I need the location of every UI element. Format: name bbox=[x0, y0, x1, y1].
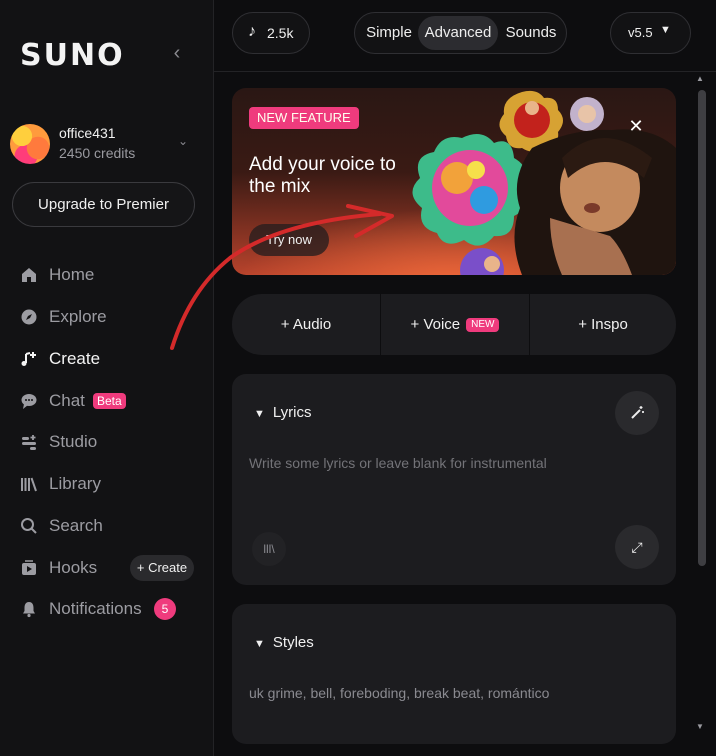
styles-card: ▼ Styles uk grime, bell, foreboding, brea… bbox=[232, 604, 676, 744]
nav-item-library[interactable]: Library bbox=[20, 470, 200, 498]
music-plus-icon bbox=[21, 352, 36, 366]
add-actions-bar: + Audio + Voice NEW + Inspo bbox=[232, 294, 676, 355]
feature-banner[interactable]: NEW FEATURE Add your voice to the mix Tr… bbox=[232, 88, 676, 275]
scrollbar[interactable]: ▲ ▼ bbox=[696, 72, 708, 756]
magic-wand-icon[interactable] bbox=[615, 391, 659, 435]
lyrics-card: ▼ Lyrics Write some lyrics or leave blank… bbox=[232, 374, 676, 585]
nav-label: Explore bbox=[49, 307, 107, 326]
hooks-create-button[interactable]: + Create bbox=[130, 555, 194, 581]
nav-label: Library bbox=[49, 474, 101, 493]
beta-badge: Beta bbox=[93, 393, 126, 409]
nav-item-search[interactable]: Search bbox=[20, 512, 200, 540]
nav-label: Studio bbox=[49, 432, 98, 451]
bell-icon bbox=[23, 602, 35, 618]
search-icon bbox=[21, 518, 37, 534]
home-icon bbox=[22, 268, 36, 282]
plays-count-pill[interactable]: ♪ 2.5k bbox=[232, 12, 310, 54]
credits-count: 2450 credits bbox=[59, 145, 136, 161]
hooks-icon bbox=[22, 560, 36, 575]
tab-sounds[interactable]: Sounds bbox=[498, 16, 564, 50]
tab-advanced[interactable]: Advanced bbox=[418, 16, 498, 50]
nav-label: Chat bbox=[49, 391, 85, 410]
tab-simple[interactable]: Simple bbox=[358, 16, 420, 50]
lyrics-title: Lyrics bbox=[272, 404, 312, 421]
new-feature-tag: NEW FEATURE bbox=[249, 107, 359, 129]
lyrics-input[interactable]: Write some lyrics or leave blank for ins… bbox=[249, 455, 547, 471]
compass-icon bbox=[21, 309, 37, 325]
plays-count: 2.5k bbox=[267, 25, 294, 41]
chevron-down-icon: ⌄ bbox=[178, 134, 189, 148]
banner-title: Add your voice to the mix bbox=[249, 154, 396, 197]
nav-label: Search bbox=[49, 516, 103, 535]
notification-count-badge: 5 bbox=[154, 598, 176, 620]
scroll-up-arrow-icon[interactable]: ▲ bbox=[696, 74, 704, 83]
add-inspo-label: + Inspo bbox=[578, 316, 628, 333]
new-badge: NEW bbox=[466, 318, 500, 333]
nav-item-create[interactable]: Create bbox=[20, 345, 200, 373]
music-note-icon: ♪ bbox=[248, 23, 256, 40]
add-audio-button[interactable]: + Audio bbox=[232, 294, 380, 355]
collapse-sidebar-icon[interactable]: ‹ bbox=[168, 42, 186, 64]
user-name: office431 bbox=[59, 125, 116, 141]
styles-input[interactable]: uk grime, bell, foreboding, break beat, … bbox=[249, 685, 549, 701]
library-icon bbox=[21, 477, 37, 492]
try-now-button[interactable]: Try now bbox=[249, 224, 329, 256]
nav-label: Hooks bbox=[49, 558, 98, 577]
styles-header[interactable]: ▼ Styles bbox=[254, 634, 314, 651]
user-menu[interactable]: office431 2450 credits ⌄ bbox=[10, 122, 204, 166]
add-voice-label: + Voice bbox=[410, 316, 461, 333]
add-inspo-button[interactable]: + Inspo bbox=[530, 294, 676, 355]
version-select[interactable]: v5.5 ▼ bbox=[610, 12, 691, 54]
styles-title: Styles bbox=[272, 634, 314, 651]
scroll-down-arrow-icon[interactable]: ▼ bbox=[696, 722, 704, 731]
chevron-down-icon: ▼ bbox=[254, 408, 265, 420]
avatar bbox=[10, 124, 50, 164]
studio-icon bbox=[22, 435, 36, 450]
nav-item-home[interactable]: Home bbox=[20, 261, 200, 289]
nav-label: Notifications bbox=[49, 599, 142, 618]
chevron-down-icon: ▼ bbox=[254, 638, 265, 650]
nav-item-studio[interactable]: Studio bbox=[20, 428, 200, 456]
close-icon[interactable]: ✕ bbox=[628, 117, 644, 135]
caret-down-icon: ▼ bbox=[660, 24, 671, 36]
scrollbar-thumb[interactable] bbox=[698, 90, 706, 566]
version-label: v5.5 bbox=[628, 25, 653, 40]
chat-icon bbox=[21, 394, 37, 409]
add-audio-label: + Audio bbox=[280, 316, 332, 333]
sidebar: SUNO ‹ office431 2450 credits ⌄ Upgrade … bbox=[0, 0, 214, 756]
library-icon[interactable]: lll\ bbox=[252, 532, 286, 566]
add-voice-button[interactable]: + Voice NEW bbox=[381, 294, 529, 355]
nav-item-chat[interactable]: Chat Beta bbox=[20, 387, 200, 415]
nav-label: Home bbox=[49, 265, 95, 284]
top-bar: ♪ 2.5k Simple Advanced Sounds v5.5 ▼ bbox=[214, 0, 716, 72]
lyrics-header[interactable]: ▼ Lyrics bbox=[254, 404, 312, 421]
suno-logo[interactable]: SUNO bbox=[20, 38, 125, 73]
nav-item-explore[interactable]: Explore bbox=[20, 303, 200, 331]
nav-label: Create bbox=[49, 349, 101, 368]
upgrade-button[interactable]: Upgrade to Premier bbox=[12, 182, 195, 227]
mode-switcher: Simple Advanced Sounds bbox=[354, 12, 567, 54]
expand-icon[interactable]: ⤢ bbox=[615, 525, 659, 569]
